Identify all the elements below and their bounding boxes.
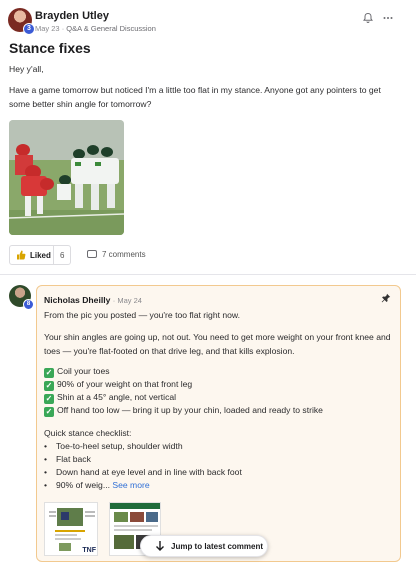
comment-bubble-icon (87, 250, 97, 258)
comment-author-name[interactable]: Nicholas Dheilly (44, 295, 110, 305)
checklist-item: • 90% of weig... See more (44, 480, 150, 490)
more-dots-icon[interactable] (380, 12, 396, 28)
pin-icon[interactable] (381, 293, 391, 305)
commenter-avatar[interactable]: 8 (9, 285, 34, 310)
comments-link[interactable]: 7 comments (87, 250, 146, 259)
post-author-name[interactable]: Brayden Utley (35, 10, 109, 22)
comment-intro: From the pic you posted — you're too fla… (44, 310, 241, 320)
bell-icon[interactable] (360, 12, 376, 28)
comment-paragraph: Your shin angles are going up, not out. … (44, 332, 391, 356)
post-header: 3 Brayden Utley May 23 · Q&A & General D… (8, 8, 408, 36)
pinned-comment: Nicholas Dheilly · May 24 From the pic y… (36, 285, 401, 562)
author-avatar[interactable]: 3 (8, 8, 35, 35)
checklist-item: • Flat back (44, 454, 91, 464)
check-item: ✓ Coil your toes (44, 366, 110, 378)
check-item: ✓ Off hand too low — bring it up by your … (44, 405, 323, 417)
like-label: Liked (30, 251, 51, 260)
avatar-level-badge: 8 (23, 299, 34, 310)
avatar-level-badge: 3 (23, 23, 35, 35)
checklist-title: Quick stance checklist: (44, 428, 132, 438)
post-title: Stance fixes (9, 40, 91, 56)
football-stance-photo (9, 120, 124, 235)
post-category[interactable]: Q&A & General Discussion (66, 24, 156, 33)
divider (0, 274, 416, 275)
check-mark-icon: ✓ (44, 368, 54, 378)
post-date: May 23 (35, 24, 60, 33)
comments-count-label: 7 comments (102, 250, 146, 259)
checklist-item: • Down hand at eye level and in line with… (44, 467, 242, 477)
like-count[interactable]: 6 (60, 251, 64, 260)
jump-label: Jump to latest comment (171, 542, 264, 551)
post-image[interactable] (9, 120, 124, 235)
attachment-thumbnail[interactable]: TNF (44, 502, 98, 556)
checklist-item: • Toe-to-heel setup, shoulder width (44, 441, 183, 451)
thumbnail-logo: TNF (82, 547, 96, 554)
comment-header: Nicholas Dheilly · May 24 (44, 295, 142, 305)
check-mark-icon: ✓ (44, 407, 54, 417)
jump-to-latest-button[interactable]: Jump to latest comment (140, 535, 268, 557)
check-mark-icon: ✓ (44, 394, 54, 404)
post-meta: May 23 · Q&A & General Discussion (35, 24, 156, 33)
check-mark-icon: ✓ (44, 381, 54, 391)
check-item: ✓ 90% of your weight on that front leg (44, 379, 193, 391)
post-greeting: Hey y'all, (9, 64, 44, 74)
arrow-down-icon (155, 540, 165, 555)
post-body: Have a game tomorrow but noticed I'm a l… (9, 85, 381, 109)
like-button[interactable]: Liked 6 (9, 245, 71, 265)
like-divider (53, 246, 54, 264)
check-item: ✓ Shin at a 45° angle, not vertical (44, 392, 177, 404)
thumbs-up-icon (16, 250, 26, 262)
comment-date: May 24 (117, 296, 142, 305)
see-more-link[interactable]: See more (112, 480, 149, 490)
